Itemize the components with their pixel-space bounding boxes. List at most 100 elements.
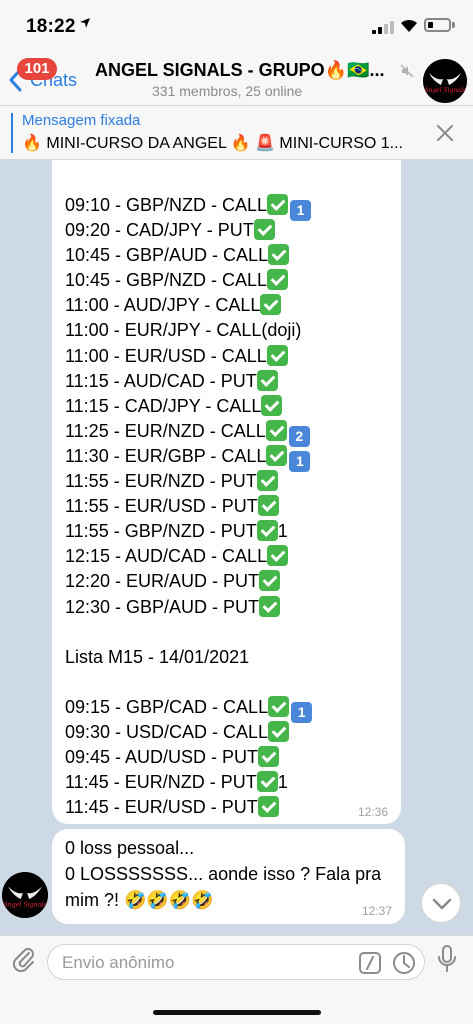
chat-title[interactable]: ANGEL SIGNALS - GRUPO🔥🇧🇷...: [95, 60, 413, 81]
paperclip-icon[interactable]: [12, 946, 36, 972]
message-line-text: 12:20 - EUR/AUD - PUT: [65, 571, 260, 592]
message-line-text: 10:45 - GBP/NZD - CALL: [65, 270, 268, 291]
message-line-suffix: 1: [277, 772, 288, 793]
message-line: 11:45 - EUR/NZD - PUT 1: [65, 770, 312, 795]
message-line-text: 09:20 - CAD/JPY - PUT: [65, 220, 254, 241]
check-mark-icon: [266, 344, 288, 366]
message-line: 11:30 - EUR/GBP - CALL 1: [65, 444, 312, 472]
chat-subtitle: 331 membros, 25 online: [152, 83, 303, 99]
check-mark-icon: [261, 394, 283, 416]
check-mark-icon: [268, 695, 290, 717]
check-mark-icon: [257, 796, 279, 818]
message-line: 09:30 - USD/CAD - CALL: [65, 720, 312, 745]
message-line: [65, 620, 312, 645]
angel-signals-logo: Angel Signals: [2, 872, 48, 918]
status-bar: 18:22: [0, 0, 473, 54]
check-mark-icon: [260, 294, 282, 316]
microphone-icon[interactable]: [437, 945, 457, 973]
message-line: 11:00 - AUD/JPY - CALL: [65, 293, 312, 318]
message-line-text: 09:30 - USD/CAD - CALL: [65, 721, 269, 742]
battery-tip: [452, 22, 455, 28]
message-line-text: 11:55 - GBP/NZD - PUT: [65, 521, 257, 542]
check-mark-icon: [268, 720, 290, 742]
avatar-logo-text: Angel Signals: [423, 87, 466, 94]
message-line-text: 11:55 - EUR/USD - PUT: [65, 496, 258, 517]
message-line: 12:15 - AUD/CAD - CALL: [65, 544, 312, 569]
message-line-text: 09:45 - AUD/USD - PUT: [65, 747, 259, 768]
message-line: 11:00 - EUR/USD - CALL: [65, 344, 312, 369]
avatar-logo-text: Angel Signals: [2, 902, 47, 909]
unread-badge: 101: [17, 58, 57, 80]
slash-command-icon[interactable]: [359, 952, 381, 974]
message-time: 12:36: [357, 805, 388, 819]
check-mark-icon: [266, 444, 288, 466]
battery-icon: [424, 18, 451, 32]
check-mark-icon: [259, 595, 281, 617]
check-mark-icon: [256, 520, 278, 542]
message-bubble[interactable]: 09:10 - GBP/NZD - CALL 1 09:20 - CAD/JPY -…: [52, 160, 401, 824]
close-icon[interactable]: [436, 124, 454, 142]
message-line: 11:00 - EUR/JPY - CALL(doji): [65, 318, 312, 343]
message-line: [65, 670, 312, 695]
message-line: 10:45 - GBP/NZD - CALL: [65, 268, 312, 293]
clock-icon[interactable]: [392, 951, 416, 975]
message-line: 09:15 - GBP/CAD - CALL 1: [65, 695, 313, 723]
message-line: 09:45 - AUD/USD - PUT: [65, 745, 312, 770]
message-line-text: 11:55 - EUR/NZD - PUT: [65, 471, 257, 492]
pinned-indicator: [11, 113, 13, 153]
check-mark-icon: [256, 369, 278, 391]
message-text: 0 loss pessoal... 0 LOSSSSSSS... aonde is…: [65, 835, 381, 913]
message-input[interactable]: [62, 951, 352, 975]
check-mark-icon: [256, 470, 278, 492]
message-bubble[interactable]: 0 loss pessoal... 0 LOSSSSSSS... aonde is…: [52, 829, 405, 924]
message-time: 12:37: [361, 904, 392, 918]
message-line-text: 09:15 - GBP/CAD - CALL: [65, 696, 269, 717]
keycap-number-icon: 1: [289, 450, 311, 472]
check-mark-icon: [253, 219, 275, 241]
message-line-text: 0 LOSSSSSSS... aonde isso ? Fala pra: [65, 864, 382, 884]
message-line-text: 0 loss pessoal...: [65, 838, 195, 858]
chevron-down-icon: [432, 898, 452, 910]
scroll-down-button[interactable]: [421, 883, 461, 923]
message-line-text: 11:00 - AUD/JPY - CALL: [65, 295, 261, 316]
home-indicator: [153, 1010, 321, 1015]
status-time: 18:22: [26, 16, 76, 37]
message-line-text: 12:15 - AUD/CAD - CALL: [65, 546, 268, 567]
message-input-field[interactable]: [47, 944, 425, 980]
pinned-text: 🔥 MINI-CURSO DA ANGEL 🔥 🚨 MINI-CURSO 1..…: [22, 135, 403, 152]
message-list[interactable]: 09:10 - GBP/NZD - CALL 1 09:20 - CAD/JPY -…: [0, 160, 473, 935]
message-line-text: 11:30 - EUR/GBP - CALL: [65, 445, 267, 466]
message-line-text: 11:15 - CAD/JPY - CALL: [65, 395, 262, 416]
message-line-text: 11:45 - EUR/USD - PUT: [65, 797, 258, 818]
message-line: mim ?! 🤣🤣🤣🤣: [65, 887, 381, 913]
group-avatar[interactable]: Angel Signals: [423, 59, 467, 103]
check-mark-icon: [256, 771, 278, 793]
pinned-message[interactable]: Mensagem fixada 🔥 MINI-CURSO DA ANGEL 🔥 …: [0, 106, 473, 160]
message-line: 11:15 - CAD/JPY - CALL: [65, 394, 312, 419]
check-mark-icon: [267, 194, 289, 215]
check-mark-icon: [268, 244, 290, 266]
location-arrow-icon: [80, 18, 90, 28]
message-line: 11:45 - EUR/USD - PUT: [65, 795, 312, 820]
check-mark-icon: [267, 269, 289, 291]
angel-signals-logo: Angel Signals: [423, 59, 467, 103]
message-line-text: 11:25 - EUR/NZD - CALL: [65, 420, 266, 441]
message-line-text: Lista M15 - 14/01/2021: [65, 646, 250, 667]
sender-avatar[interactable]: Angel Signals: [2, 872, 48, 918]
chat-header: Chats 101 ANGEL SIGNALS - GRUPO🔥🇧🇷... 33…: [0, 54, 473, 106]
message-line-text: 10:45 - GBP/AUD - CALL: [65, 245, 269, 266]
message-line: 11:55 - EUR/NZD - PUT: [65, 469, 312, 494]
check-mark-icon: [259, 570, 281, 592]
check-mark-icon: [265, 419, 287, 441]
message-line-text: 11:00 - EUR/JPY - CALL(doji): [65, 320, 302, 341]
message-line-text: mim ?! 🤣🤣🤣🤣: [65, 890, 214, 910]
message-line-text: 12:30 - GBP/AUD - PUT: [65, 596, 260, 617]
keycap-number-icon: 1: [290, 200, 312, 221]
message-line: 10:45 - GBP/AUD - CALL: [65, 243, 312, 268]
message-line-suffix: 1: [277, 521, 288, 542]
message-line: 11:25 - EUR/NZD - CALL 2: [65, 419, 312, 447]
check-mark-icon: [258, 746, 280, 768]
message-line: 11:55 - GBP/NZD - PUT 1: [65, 519, 312, 544]
message-line: 11:15 - AUD/CAD - PUT: [65, 369, 312, 394]
wifi-icon: [401, 19, 417, 32]
